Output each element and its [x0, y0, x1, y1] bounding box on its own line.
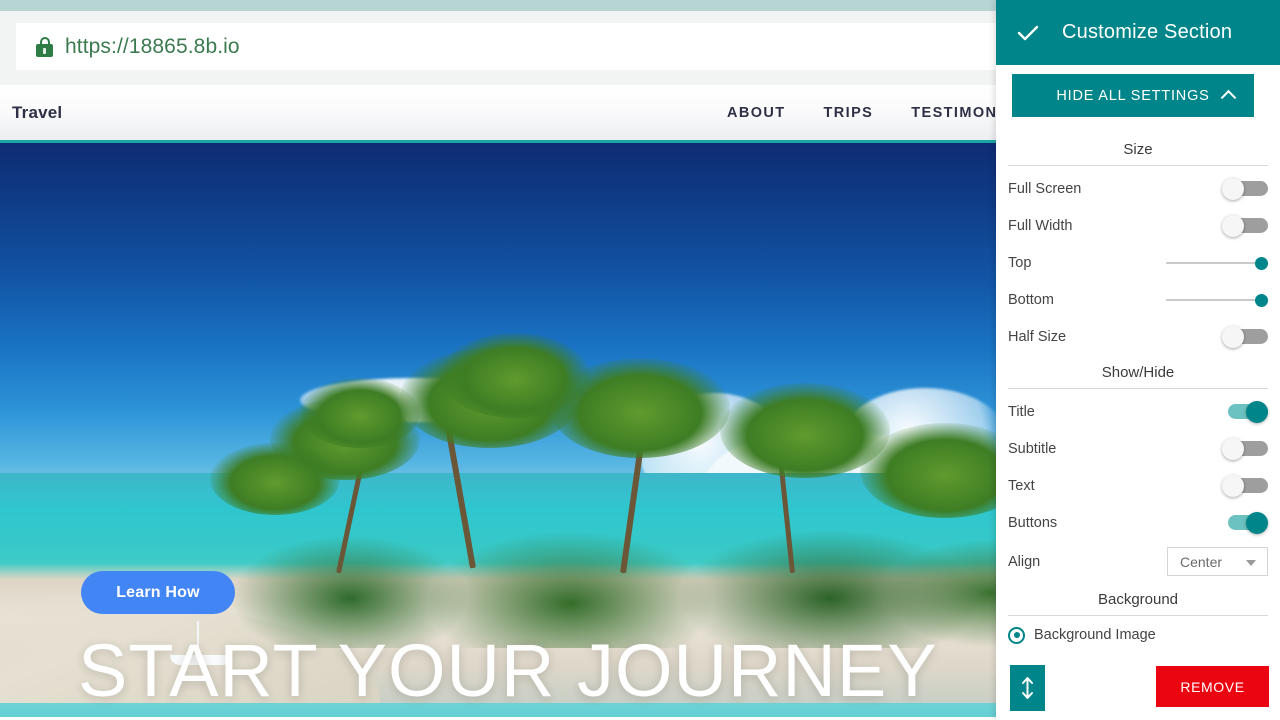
toggle-text[interactable]	[1222, 474, 1268, 497]
browser-tab-strip	[0, 0, 996, 11]
panel-footer: REMOVE	[996, 656, 1280, 720]
toggle-buttons[interactable]	[1222, 511, 1268, 534]
setting-row-text[interactable]: Text	[1008, 467, 1268, 504]
setting-label-title: Title	[1008, 403, 1035, 420]
setting-label-half-size: Half Size	[1008, 328, 1067, 345]
setting-row-half-size[interactable]: Half Size	[1008, 318, 1268, 355]
setting-row-buttons[interactable]: Buttons	[1008, 504, 1268, 541]
section-heading-size: Size	[1008, 132, 1268, 166]
setting-label-align: Align	[1008, 553, 1041, 570]
section-heading-show-hide: Show/Hide	[1008, 355, 1268, 389]
toggle-subtitle[interactable]	[1222, 437, 1268, 460]
move-vertical-icon	[1022, 677, 1033, 699]
setting-label-subtitle: Subtitle	[1008, 440, 1057, 457]
address-bar[interactable]: https://18865.8b.io	[16, 23, 996, 70]
lock-icon	[36, 36, 53, 57]
radio-background-image[interactable]	[1008, 626, 1025, 644]
remove-button[interactable]: REMOVE	[1156, 666, 1269, 707]
site-nav-menu: ABOUT TRIPS TESTIMONIALS	[727, 105, 996, 121]
toggle-half-size[interactable]	[1222, 325, 1268, 348]
nav-link-trips[interactable]: TRIPS	[824, 105, 874, 121]
select-align-value: Center	[1180, 553, 1223, 570]
nav-link-about[interactable]: ABOUT	[727, 105, 786, 121]
customize-section-panel: Customize Section HIDE ALL SETTINGS Size…	[996, 0, 1280, 720]
toggle-full-width[interactable]	[1222, 214, 1268, 237]
setting-row-subtitle[interactable]: Subtitle	[1008, 430, 1268, 467]
settings-group-size: Size Full Screen Full Width Top Bottom H…	[996, 132, 1280, 355]
panel-header: Customize Section	[996, 0, 1280, 65]
learn-how-button[interactable]: Learn How	[81, 571, 235, 614]
settings-group-show-hide: Show/Hide Title Subtitle Text Buttons Al…	[996, 355, 1280, 582]
section-heading-background: Background	[1008, 582, 1268, 616]
setting-label-buttons: Buttons	[1008, 514, 1058, 531]
setting-row-title[interactable]: Title	[1008, 393, 1268, 430]
setting-label-full-width: Full Width	[1008, 217, 1073, 234]
setting-label-full-screen: Full Screen	[1008, 180, 1082, 197]
hide-all-settings-label: HIDE ALL SETTINGS	[1056, 87, 1210, 104]
site-navigation-bar: Travel ABOUT TRIPS TESTIMONIALS	[0, 85, 996, 143]
setting-row-top[interactable]: Top	[1008, 244, 1268, 281]
toggle-title[interactable]	[1222, 400, 1268, 423]
setting-row-full-screen[interactable]: Full Screen	[1008, 170, 1268, 207]
panel-title: Customize Section	[1062, 21, 1233, 43]
check-icon[interactable]	[1014, 19, 1042, 47]
hero-content: Learn How START YOUR JOURNEY	[0, 143, 996, 717]
setting-label-top: Top	[1008, 254, 1032, 271]
panel-settings-scroll-area[interactable]: Size Full Screen Full Width Top Bottom H…	[996, 132, 1280, 656]
chevron-up-icon	[1220, 89, 1237, 105]
setting-label-text: Text	[1008, 477, 1035, 494]
chevron-down-icon	[1246, 560, 1256, 566]
hide-all-settings-button[interactable]: HIDE ALL SETTINGS	[1012, 74, 1254, 117]
nav-link-testimonials[interactable]: TESTIMONIALS	[911, 105, 996, 121]
setting-label-bottom: Bottom	[1008, 291, 1054, 308]
slider-bottom[interactable]	[1166, 290, 1268, 310]
move-section-button[interactable]	[1010, 665, 1045, 711]
select-align[interactable]: Center	[1167, 547, 1268, 576]
hero-section[interactable]: Learn How START YOUR JOURNEY	[0, 143, 996, 717]
toggle-full-screen[interactable]	[1222, 177, 1268, 200]
setting-row-bottom[interactable]: Bottom	[1008, 281, 1268, 318]
settings-group-background: Background Background Image	[996, 582, 1280, 650]
setting-row-background-image[interactable]: Background Image	[1008, 620, 1268, 650]
setting-label-background-image: Background Image	[1034, 627, 1156, 643]
site-logo[interactable]: Travel	[12, 103, 62, 123]
hero-title: START YOUR JOURNEY	[78, 629, 938, 712]
setting-row-full-width[interactable]: Full Width	[1008, 207, 1268, 244]
url-text: https://18865.8b.io	[65, 34, 240, 58]
setting-row-align[interactable]: Align Center	[1008, 541, 1268, 582]
slider-top[interactable]	[1166, 253, 1268, 273]
website-viewport: Travel ABOUT TRIPS TESTIMONIALS	[0, 85, 996, 720]
browser-chrome: https://18865.8b.io	[0, 0, 996, 85]
